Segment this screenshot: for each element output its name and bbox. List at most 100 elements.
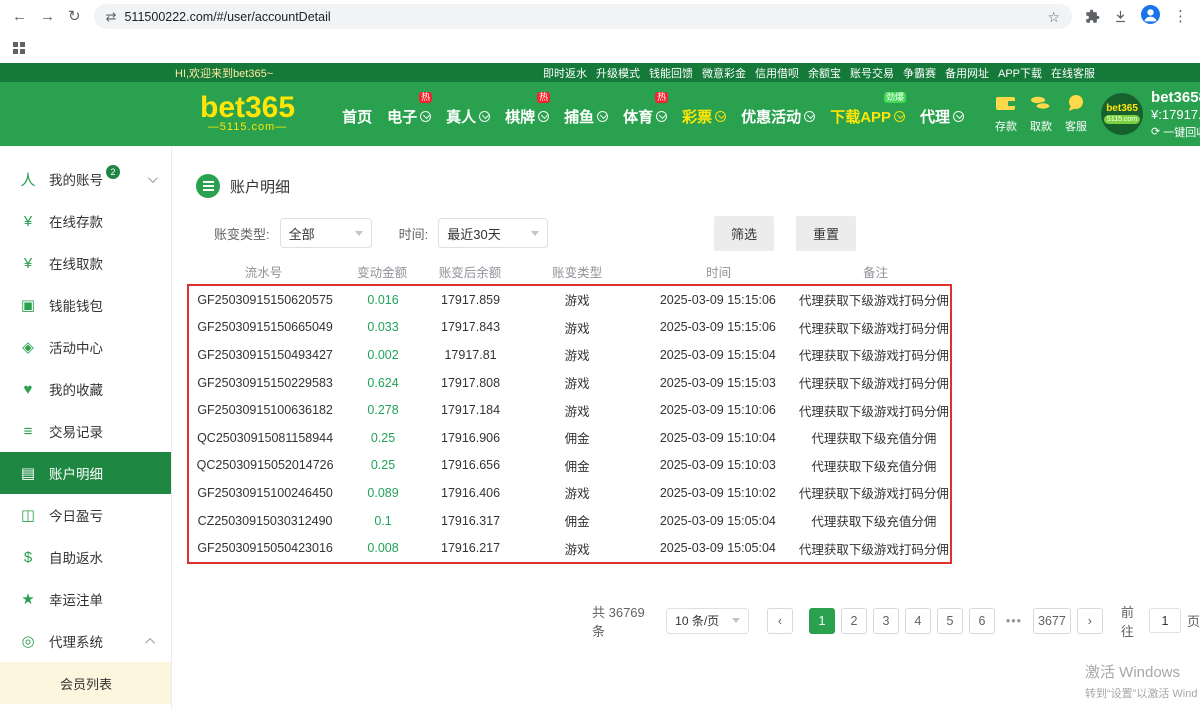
sidebar-item[interactable]: ▤ 账户明细: [0, 452, 171, 494]
cell-serial-no: GF25030915150493427: [189, 348, 341, 362]
sidebar-item-label: 在线取款: [49, 253, 103, 273]
goto-label: 前往: [1121, 602, 1143, 640]
menu-dots-icon[interactable]: ⋮: [1173, 9, 1188, 24]
sidebar-item[interactable]: ◎ 代理系统: [0, 620, 171, 662]
extensions-puzzle-icon[interactable]: [1085, 9, 1100, 24]
sidebar-item-icon: ≡: [18, 423, 38, 440]
service-label: 客服: [1065, 118, 1087, 134]
per-page-select[interactable]: 10 条/页: [666, 608, 749, 634]
sidebar-subitem-member-list[interactable]: 会员列表: [0, 662, 171, 704]
nav-item[interactable]: 热 棋牌: [498, 98, 556, 131]
topbar-link[interactable]: 余额宝: [808, 65, 841, 81]
filter-button[interactable]: 筛选: [714, 216, 774, 251]
nav-item[interactable]: 捕鱼: [557, 98, 615, 131]
chevron-down-circle-icon: [953, 111, 964, 122]
cell-amount: 0.002: [341, 348, 425, 362]
topbar-link[interactable]: 钱能回馈: [649, 65, 693, 81]
cell-amount: 0.624: [341, 376, 425, 390]
nav-item[interactable]: 真人: [439, 98, 497, 131]
topbar-link[interactable]: 账号交易: [850, 65, 894, 81]
topbar-link[interactable]: 信用借呗: [755, 65, 799, 81]
sidebar-item[interactable]: ¥ 在线取款: [0, 242, 171, 284]
nav-item[interactable]: 代理: [913, 98, 971, 131]
next-page-button[interactable]: ›: [1077, 608, 1103, 634]
sidebar-item[interactable]: ★ 幸运注单: [0, 578, 171, 620]
nav-item-label: 电子: [387, 106, 417, 127]
topbar-link[interactable]: 争霸赛: [903, 65, 936, 81]
sidebar-item[interactable]: ◫ 今日盈亏: [0, 494, 171, 536]
deposit-button[interactable]: 存款: [995, 94, 1017, 134]
chevron-down-circle-icon: [479, 111, 490, 122]
page-number-button[interactable]: 5: [937, 608, 963, 634]
topbar-link[interactable]: 备用网址: [945, 65, 989, 81]
customer-service-button[interactable]: 客服: [1065, 94, 1087, 134]
topbar-link[interactable]: APP下载: [998, 65, 1042, 81]
red-highlight-box: GF25030915150620575 0.016 17917.859 游戏 2…: [187, 284, 952, 564]
nav-item[interactable]: 优惠活动: [734, 98, 822, 131]
sidebar-item[interactable]: 人 我的账号 2: [0, 158, 171, 200]
profile-avatar[interactable]: [1141, 5, 1160, 29]
topbar-link[interactable]: 在线客服: [1051, 65, 1095, 81]
reset-button[interactable]: 重置: [796, 216, 856, 251]
sidebar-item[interactable]: $ 自助返水: [0, 536, 171, 578]
nav-item[interactable]: 劲爆 下载APP: [823, 98, 912, 131]
nav-item[interactable]: 热 电子: [380, 98, 438, 131]
cell-remark: 代理获取下级游戏打码分佣: [798, 318, 950, 337]
cell-time: 2025-03-09 15:10:04: [638, 431, 798, 445]
page-number-button[interactable]: 1: [809, 608, 835, 634]
nav-item[interactable]: 首页: [335, 98, 379, 131]
address-bar[interactable]: ⇄ 511500222.com/#/user/accountDetail ☆: [94, 4, 1072, 29]
sidebar-item[interactable]: ♥ 我的收藏: [0, 368, 171, 410]
cell-remark: 代理获取下级游戏打码分佣: [798, 373, 950, 392]
reload-button[interactable]: ↻: [68, 9, 81, 24]
page-number-button[interactable]: 3677: [1033, 608, 1071, 634]
nav-item-label: 下载APP: [830, 106, 891, 127]
prev-page-button[interactable]: ‹: [767, 608, 793, 634]
bookmark-star-icon[interactable]: ☆: [1047, 10, 1060, 24]
forward-button[interactable]: →: [40, 9, 55, 24]
chevron-down-circle-icon: [894, 111, 905, 122]
time-filter-select[interactable]: 最近30天: [438, 218, 548, 248]
page-number-button[interactable]: 6: [969, 608, 995, 634]
sidebar-item-icon: $: [18, 549, 38, 566]
chat-service-icon: [1066, 94, 1086, 116]
cell-serial-no: GF25030915150229583: [189, 376, 341, 390]
withdraw-button[interactable]: 取款: [1030, 94, 1052, 134]
site-logo[interactable]: bet365 —5115.com—: [200, 95, 295, 133]
account-detail-table: 流水号变动金额账变后余额账变类型时间备注 GF25030915150620575…: [187, 258, 952, 564]
browser-chrome: ← → ↻ ⇄ 511500222.com/#/user/accountDeta…: [0, 0, 1200, 33]
page-number-button[interactable]: 3: [873, 608, 899, 634]
downloads-icon[interactable]: [1113, 9, 1128, 24]
sidebar-item[interactable]: ¥ 在线存款: [0, 200, 171, 242]
goto-page-input[interactable]: [1149, 608, 1181, 633]
cell-type: 游戏: [516, 483, 638, 502]
main-nav: 首页 热 电子 真人 热 棋牌 捕鱼: [335, 98, 971, 131]
page-number-button[interactable]: •••: [1001, 608, 1027, 634]
sidebar-item[interactable]: ▣ 钱能钱包: [0, 284, 171, 326]
topbar-link[interactable]: 微意彩金: [702, 65, 746, 81]
site-settings-icon[interactable]: ⇄: [106, 9, 117, 25]
apps-grid-icon[interactable]: [13, 42, 25, 54]
page-number-button[interactable]: 2: [841, 608, 867, 634]
cell-balance: 17917.859: [425, 293, 516, 307]
sidebar-item-label: 交易记录: [49, 421, 103, 441]
sidebar-item[interactable]: ◈ 活动中心: [0, 326, 171, 368]
topbar-link[interactable]: 升级模式: [596, 65, 640, 81]
one-key-recycle-button[interactable]: ⟳ 一键回收: [1151, 124, 1200, 140]
type-filter-select[interactable]: 全部: [280, 218, 372, 248]
table-row: GF25030915050423016 0.008 17916.217 游戏 2…: [189, 534, 950, 562]
nav-item[interactable]: 彩票: [675, 98, 733, 131]
topbar-link[interactable]: 即时返水: [543, 65, 587, 81]
cell-type: 游戏: [516, 290, 638, 309]
cell-time: 2025-03-09 15:10:03: [638, 458, 798, 472]
chevron-down-icon: [531, 231, 539, 236]
sidebar-menu: 人 我的账号 2 ¥ 在线存款 ¥ 在线取款: [0, 158, 171, 662]
nav-item[interactable]: 热 体育: [616, 98, 674, 131]
sidebar-item-label: 钱能钱包: [49, 295, 103, 315]
cell-remark: 代理获取下级充值分佣: [798, 511, 950, 530]
nav-item-label: 彩票: [682, 106, 712, 127]
quick-actions: 存款 取款 客服: [995, 94, 1087, 134]
page-number-button[interactable]: 4: [905, 608, 931, 634]
back-button[interactable]: ←: [12, 9, 27, 24]
sidebar-item[interactable]: ≡ 交易记录: [0, 410, 171, 452]
